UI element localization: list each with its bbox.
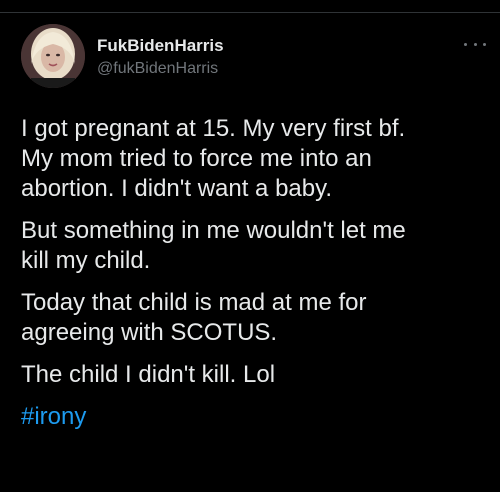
more-options-icon[interactable]	[464, 36, 486, 52]
more-dot	[464, 42, 467, 46]
display-name[interactable]: FukBidenHarris	[97, 36, 224, 56]
top-divider	[0, 12, 500, 13]
avatar[interactable]	[21, 24, 85, 88]
hashtag-link[interactable]: #irony	[21, 403, 86, 430]
tweet-paragraph-1: I got pregnant at 15. My very first bf. …	[21, 115, 406, 202]
tweet-paragraph-4: The child I didn't kill. Lol	[21, 361, 276, 388]
user-handle[interactable]: @fukBidenHarris	[97, 60, 218, 78]
tweet-paragraph-3: Today that child is mad at me for agreei…	[21, 289, 367, 346]
more-dot	[483, 42, 486, 46]
tweet-paragraph-2: But something in me wouldn't let me kill…	[21, 217, 406, 274]
avatar-image	[21, 24, 85, 88]
more-dot	[473, 42, 477, 46]
tweet-text: I got pregnant at 15. My very first bf. …	[21, 114, 491, 444]
